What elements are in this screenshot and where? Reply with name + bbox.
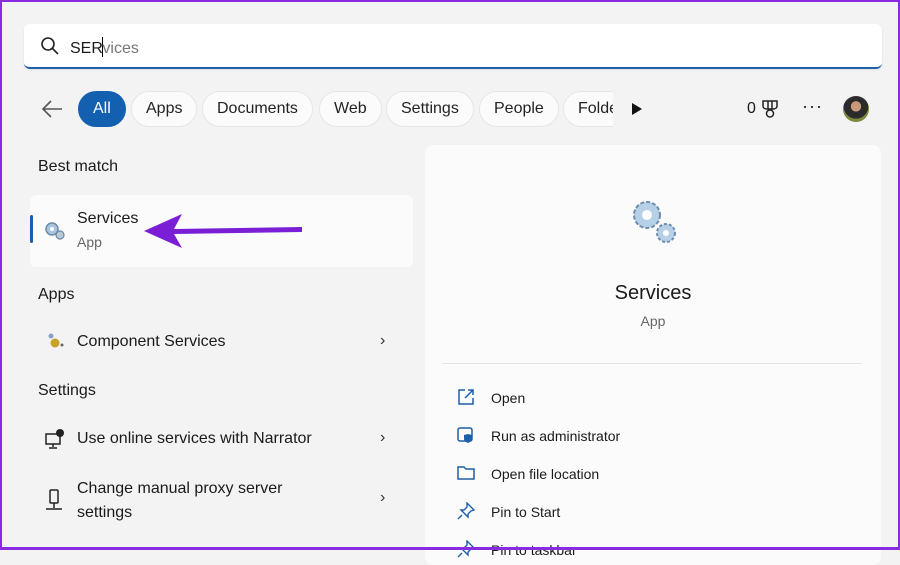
component-services-icon <box>48 333 64 348</box>
search-icon <box>41 37 59 55</box>
search-input[interactable]: SERvices <box>70 37 139 58</box>
preview-panel: Services App Open Run as administrator O… <box>425 145 881 565</box>
folder-icon <box>457 466 475 480</box>
preview-subtitle: App <box>640 313 666 329</box>
action-label: Open <box>491 390 526 406</box>
preview-title: Services <box>614 282 692 304</box>
chevron-right-icon[interactable]: › <box>380 489 385 507</box>
action-label: Run as administrator <box>491 428 621 444</box>
result-online-services-narrator[interactable]: Use online services with Narrator › <box>30 419 413 459</box>
filter-chip-folders[interactable]: Folders <box>563 91 613 127</box>
annotation-arrow <box>144 214 302 248</box>
filter-chip-people[interactable]: People <box>479 91 559 127</box>
admin-shield-icon <box>457 427 473 443</box>
ellipsis-icon[interactable]: ··· <box>802 96 823 117</box>
action-label: Pin to taskbar <box>491 542 577 558</box>
best-match-subtitle: App <box>77 234 102 250</box>
divider <box>443 363 861 364</box>
filter-chip-web[interactable]: Web <box>319 91 382 127</box>
action-pin-to-start[interactable]: Pin to Start <box>455 501 755 525</box>
apps-heading: Apps <box>38 286 75 303</box>
action-open-file-location[interactable]: Open file location <box>455 463 755 487</box>
pin-icon <box>457 502 475 520</box>
chevron-right-icon[interactable]: › <box>380 332 385 350</box>
filter-chip-all[interactable]: All <box>78 91 126 127</box>
rewards-points[interactable]: 0 <box>747 100 756 118</box>
search-suggestion-text: vices <box>102 40 139 57</box>
settings-heading: Settings <box>38 382 96 399</box>
best-match-heading: Best match <box>38 158 119 175</box>
filter-chip-apps[interactable]: Apps <box>131 91 198 127</box>
filter-chip-settings[interactable]: Settings <box>386 91 474 127</box>
search-box[interactable]: SERvices <box>24 24 882 69</box>
result-component-services[interactable]: Component Services › <box>30 322 413 362</box>
play-icon[interactable] <box>631 102 643 116</box>
action-label: Pin to Start <box>491 504 561 520</box>
action-label: Open file location <box>491 466 600 482</box>
best-match-title: Services <box>77 210 139 227</box>
result-label: Use online services with Narrator <box>77 430 312 447</box>
action-open[interactable]: Open <box>455 387 755 411</box>
services-app-icon <box>633 201 676 243</box>
result-label-line1: Change manual proxy server <box>77 480 283 497</box>
result-proxy-settings[interactable]: Change manual proxy server settings › <box>30 472 413 528</box>
proxy-server-icon <box>46 489 62 510</box>
search-typed-text: SER <box>70 40 103 57</box>
services-gear-icon <box>45 222 65 240</box>
narrator-monitor-icon <box>45 429 64 449</box>
selection-indicator <box>30 215 33 243</box>
trophy-icon[interactable] <box>760 99 780 119</box>
result-label: Component Services <box>77 333 226 350</box>
arrow-left-icon[interactable] <box>40 98 64 120</box>
action-run-as-administrator[interactable]: Run as administrator <box>455 425 755 449</box>
result-label-line2: settings <box>77 504 133 521</box>
filter-chip-documents[interactable]: Documents <box>202 91 313 127</box>
action-pin-to-taskbar[interactable]: Pin to taskbar <box>455 539 755 563</box>
avatar[interactable] <box>843 96 869 122</box>
open-external-icon <box>458 389 474 405</box>
chevron-right-icon[interactable]: › <box>380 429 385 447</box>
